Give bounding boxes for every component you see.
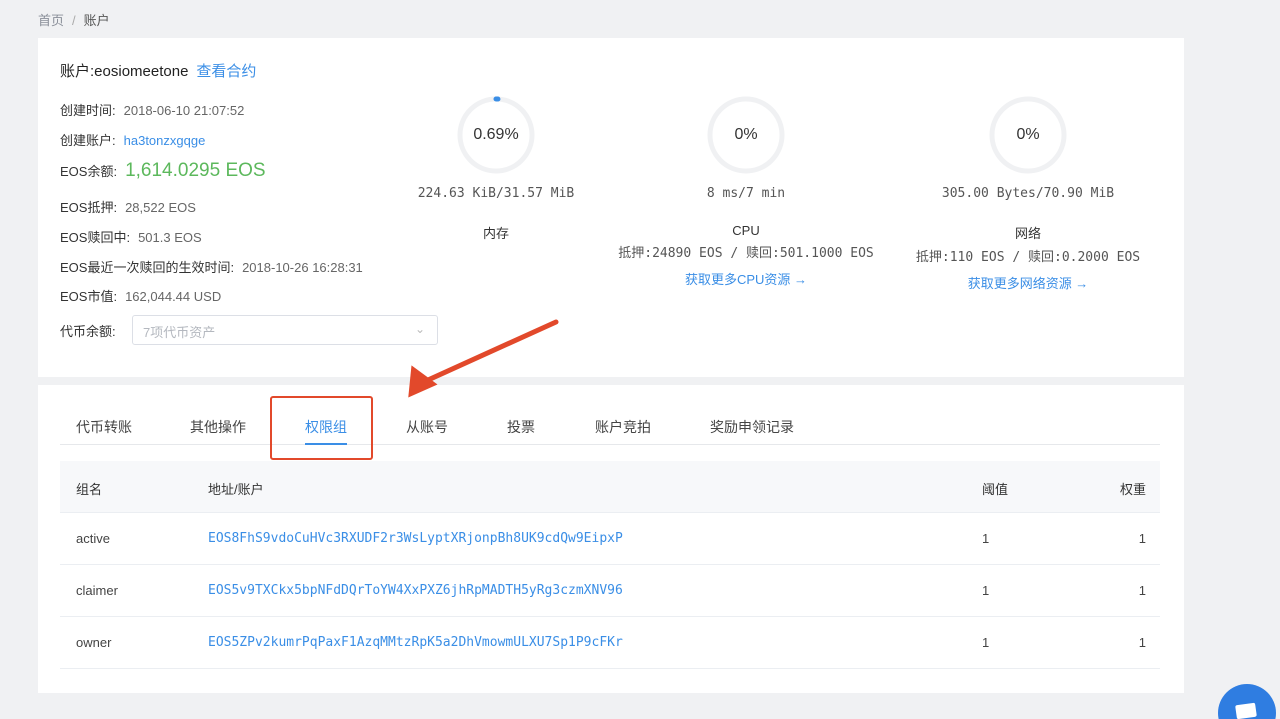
cpu-percent: 0% bbox=[734, 126, 758, 143]
row-key-link[interactable]: EOS5ZPv2kumrPqPaxF1AzqMMtzRpK5a2DhVmowmU… bbox=[208, 635, 623, 650]
created-time-row: 创建时间: 2018-06-10 21:07:52 bbox=[60, 100, 244, 119]
breadcrumb-current: 账户 bbox=[83, 13, 110, 28]
tab-sub-accounts[interactable]: 从账号 bbox=[406, 417, 448, 437]
market-value-label: EOS市值: bbox=[60, 289, 118, 304]
token-balance-label: 代币余额: bbox=[60, 324, 116, 339]
creator-row: 创建账户: ha3tonzxgqge bbox=[60, 130, 205, 149]
row-weight: 1 bbox=[1138, 531, 1146, 546]
net-percent: 0% bbox=[1016, 126, 1040, 143]
row-weight: 1 bbox=[1138, 583, 1146, 598]
row-threshold: 1 bbox=[982, 531, 990, 546]
ram-label: 内存 bbox=[482, 226, 509, 241]
balance-row: EOS余额: 1,614.0295 EOS bbox=[60, 160, 266, 182]
chat-icon bbox=[1235, 702, 1257, 719]
staked-label: EOS抵押: bbox=[60, 200, 118, 215]
net-usage-ring: 0% bbox=[989, 96, 1067, 174]
net-stake-text: 抵押:110 EOS / 赎回:0.2000 EOS bbox=[915, 250, 1141, 265]
row-threshold: 1 bbox=[982, 583, 990, 598]
get-more-cpu-link[interactable]: 获取更多CPU资源 → bbox=[606, 269, 886, 288]
creator-label: 创建账户: bbox=[60, 133, 116, 148]
account-title: 账户:eosiomeetone 查看合约 bbox=[60, 60, 256, 81]
balance-label: EOS余额: bbox=[60, 164, 118, 179]
annotation-highlight-box bbox=[270, 396, 373, 460]
tab-vote[interactable]: 投票 bbox=[507, 417, 535, 437]
header-group: 组名 bbox=[76, 482, 103, 497]
tab-account-auction[interactable]: 账户竞拍 bbox=[595, 417, 651, 437]
row-key-link[interactable]: EOS8FhS9vdoCuHVc3RXUDF2r3WsLyptXRjonpBh8… bbox=[208, 531, 623, 546]
token-balance-select[interactable]: 7项代币资产 ⌄ bbox=[132, 315, 438, 345]
refunding-row: EOS赎回中: 501.3 EOS bbox=[60, 227, 202, 246]
breadcrumb-separator: / bbox=[72, 13, 76, 28]
cpu-label: CPU bbox=[732, 223, 760, 238]
account-overview-card: 账户:eosiomeetone 查看合约 创建时间: 2018-06-10 21:0… bbox=[38, 38, 1184, 377]
table-header: 组名 地址/账户 阈值 权重 bbox=[60, 461, 1160, 513]
row-key-link[interactable]: EOS5v9TXCkx5bpNFdDQrToYW4XxPXZ6jhRpMADTH… bbox=[208, 583, 623, 598]
get-more-net-link[interactable]: 获取更多网络资源 → bbox=[904, 273, 1152, 292]
net-resource: 0% 305.00 Bytes/70.90 MiB 网络 抵押:110 EOS … bbox=[904, 96, 1152, 292]
tab-reward-claims[interactable]: 奖励申领记录 bbox=[710, 417, 794, 437]
ram-resource: 0.69% 224.63 KiB/31.57 MiB 内存 bbox=[384, 96, 608, 242]
staked-row: EOS抵押: 28,522 EOS bbox=[60, 197, 196, 216]
creator-link[interactable]: ha3tonzxgqge bbox=[124, 133, 206, 148]
staked-value: 28,522 EOS bbox=[125, 200, 196, 215]
refund-time-value: 2018-10-26 16:28:31 bbox=[242, 260, 363, 275]
created-time-value: 2018-06-10 21:07:52 bbox=[123, 103, 245, 118]
breadcrumb: 首页 / 账户 bbox=[38, 10, 110, 29]
row-threshold: 1 bbox=[982, 635, 990, 650]
help-chat-button[interactable] bbox=[1218, 684, 1276, 719]
cpu-resource: 0% 8 ms/7 min CPU 抵押:24890 EOS / 赎回:501.… bbox=[606, 96, 886, 288]
refund-time-label: EOS最近一次赎回的生效时间: bbox=[60, 260, 235, 275]
net-usage-text: 305.00 Bytes/70.90 MiB bbox=[941, 186, 1115, 201]
breadcrumb-home[interactable]: 首页 bbox=[38, 13, 64, 28]
market-value-row: EOS市值: 162,044.44 USD bbox=[60, 286, 221, 305]
permissions-table: 组名 地址/账户 阈值 权重 active EOS8FhS9vdoCuHVc3R… bbox=[60, 461, 1160, 669]
refund-time-row: EOS最近一次赎回的生效时间: 2018-10-26 16:28:31 bbox=[60, 257, 363, 276]
tab-token-transfer[interactable]: 代币转账 bbox=[76, 417, 132, 437]
header-address: 地址/账户 bbox=[208, 482, 264, 497]
chevron-down-icon: ⌄ bbox=[414, 322, 425, 336]
row-group: owner bbox=[76, 635, 112, 650]
row-group: active bbox=[76, 531, 110, 546]
tab-bar: 代币转账 其他操作 权限组 从账号 投票 账户竞拍 奖励申领记录 bbox=[60, 407, 1160, 445]
cpu-stake-text: 抵押:24890 EOS / 赎回:501.1000 EOS bbox=[618, 246, 874, 261]
ram-usage-ring: 0.69% bbox=[457, 96, 535, 174]
refunding-label: EOS赎回中: bbox=[60, 230, 131, 245]
refunding-value: 501.3 EOS bbox=[138, 230, 202, 245]
balance-value: 1,614.0295 EOS bbox=[125, 160, 266, 181]
account-detail-card: 代币转账 其他操作 权限组 从账号 投票 账户竞拍 奖励申领记录 组名 地址/账… bbox=[38, 385, 1184, 693]
row-weight: 1 bbox=[1138, 635, 1146, 650]
ram-usage-text: 224.63 KiB/31.57 MiB bbox=[417, 186, 575, 201]
header-threshold: 阈值 bbox=[982, 482, 1009, 497]
market-value-value: 162,044.44 USD bbox=[125, 289, 222, 304]
created-time-label: 创建时间: bbox=[60, 103, 116, 118]
cpu-usage-ring: 0% bbox=[707, 96, 785, 174]
cpu-usage-text: 8 ms/7 min bbox=[706, 186, 786, 201]
account-name: eosiomeetone bbox=[94, 63, 189, 80]
token-select-placeholder: 7项代币资产 bbox=[143, 325, 216, 340]
table-row: active EOS8FhS9vdoCuHVc3RXUDF2r3WsLyptXR… bbox=[60, 513, 1160, 565]
net-label: 网络 bbox=[1014, 226, 1041, 241]
view-contract-link[interactable]: 查看合约 bbox=[196, 63, 256, 80]
tab-other-operations[interactable]: 其他操作 bbox=[190, 417, 246, 437]
table-row: owner EOS5ZPv2kumrPqPaxF1AzqMMtzRpK5a2Dh… bbox=[60, 617, 1160, 669]
row-group: claimer bbox=[76, 583, 118, 598]
header-weight: 权重 bbox=[1119, 482, 1146, 497]
table-row: claimer EOS5v9TXCkx5bpNFdDQrToYW4XxPXZ6j… bbox=[60, 565, 1160, 617]
ram-percent: 0.69% bbox=[473, 126, 519, 143]
account-label: 账户: bbox=[60, 63, 95, 80]
